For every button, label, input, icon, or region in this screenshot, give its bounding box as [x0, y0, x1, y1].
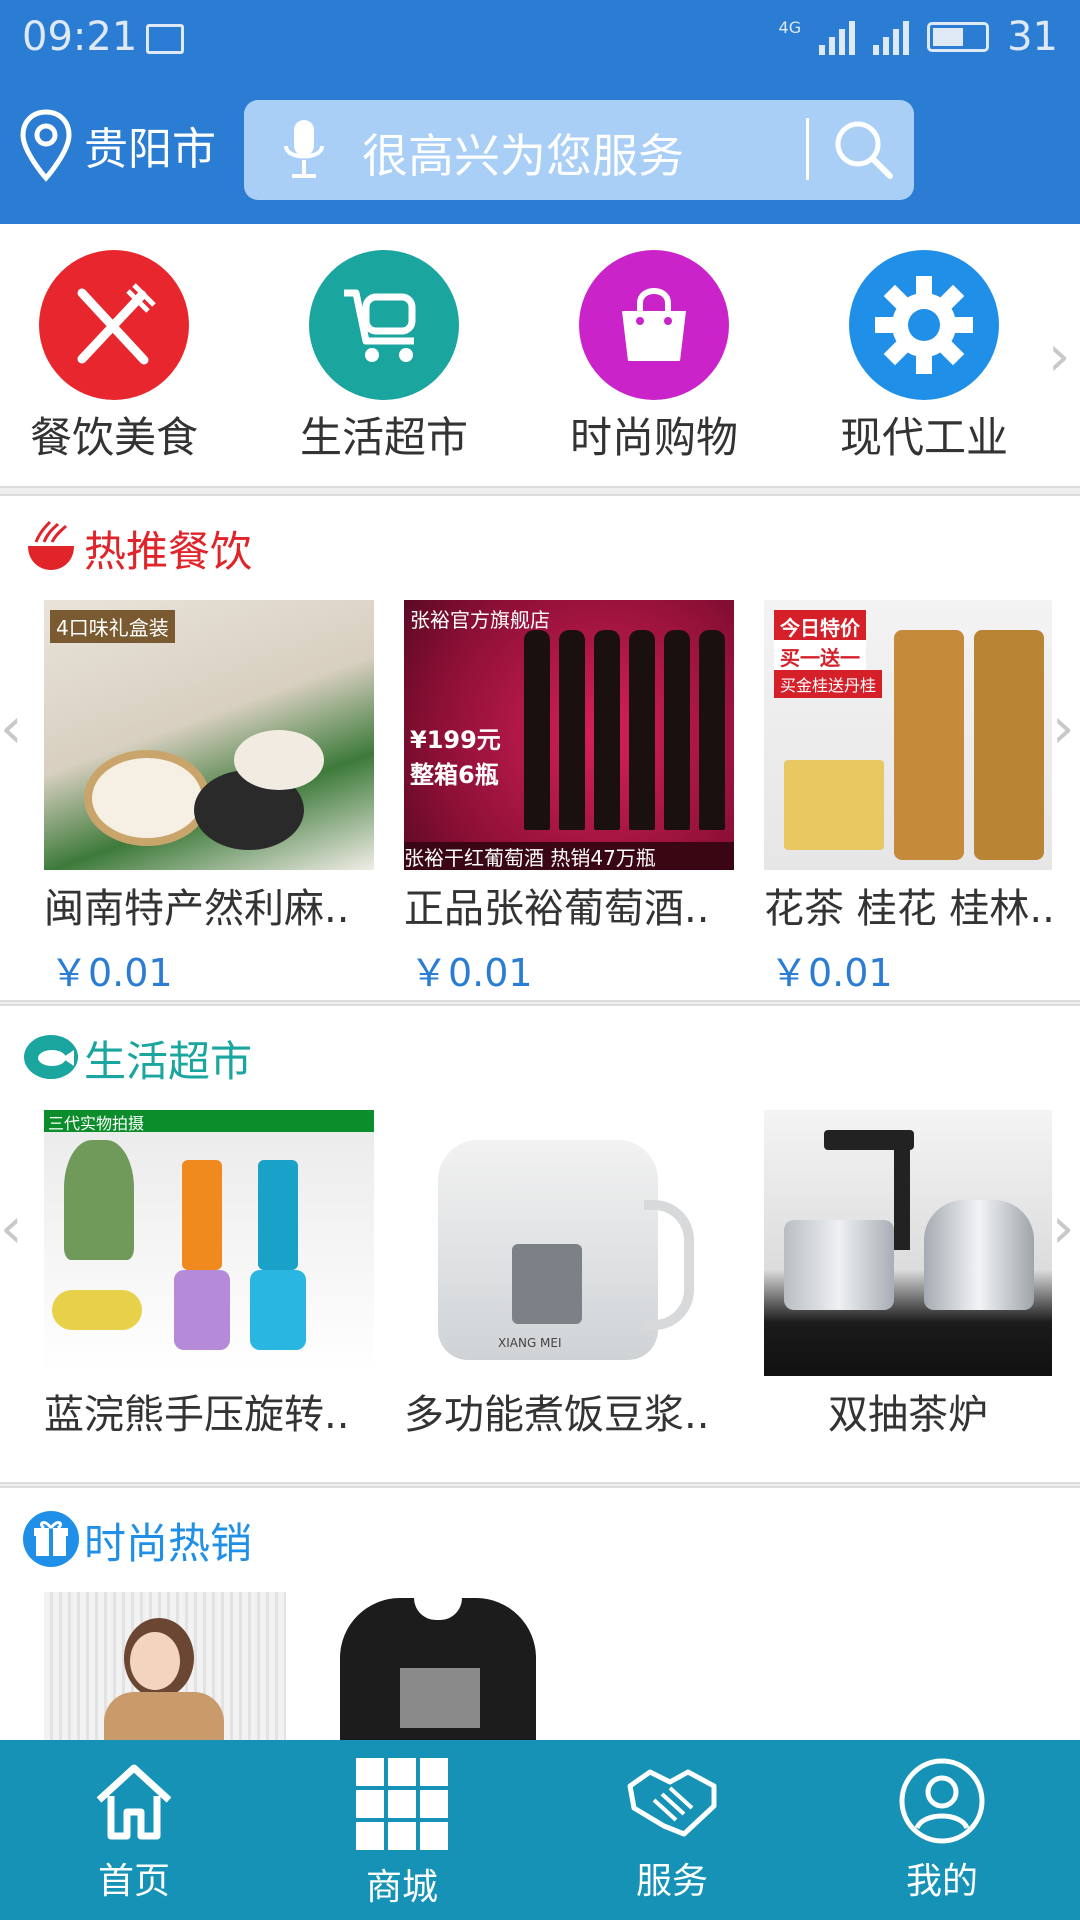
- product-name: 多功能煮饭豆浆..: [404, 1392, 710, 1438]
- nav-label: 首页: [97, 1861, 170, 1902]
- category-label: 餐饮美食: [29, 413, 198, 462]
- user-icon: [899, 1758, 985, 1844]
- product-card[interactable]: 三代实物拍摄 蓝浣熊手压旋转..: [44, 1110, 374, 1440]
- product-name: 正品张裕葡萄酒..: [404, 886, 710, 932]
- location-selector[interactable]: 贵阳市: [18, 108, 216, 182]
- nav-service[interactable]: 服务: [572, 1756, 772, 1904]
- section-hot-food: 热推餐饮 ‹ › 4口味礼盒装 闽南特产然利麻.. ￥0.01 张裕官方旗舰店 …: [0, 494, 1080, 1002]
- product-image: XIANG MEI: [404, 1110, 734, 1376]
- nav-me[interactable]: 我的: [842, 1756, 1042, 1904]
- product-card[interactable]: XIANG MEI 多功能煮饭豆浆..: [404, 1110, 734, 1440]
- status-time: 09:21: [22, 14, 138, 60]
- battery-level: 31: [1007, 14, 1058, 60]
- chevron-right-icon[interactable]: ›: [1052, 1196, 1074, 1261]
- nav-mall[interactable]: 商城: [302, 1756, 502, 1910]
- product-name: 蓝浣熊手压旋转..: [44, 1392, 350, 1438]
- signal-icon: [819, 19, 856, 55]
- category-fashion[interactable]: 时尚购物: [544, 250, 764, 465]
- nav-label: 商城: [365, 1867, 438, 1908]
- section-supermarket: 生活超市 ‹ › 三代实物拍摄 蓝浣熊手压旋转.. XIANG MEI 多功能煮…: [0, 1004, 1080, 1484]
- city-label: 贵阳市: [84, 124, 216, 175]
- status-indicators: 4G 31: [779, 14, 1058, 60]
- category-row: 餐饮美食 生活超市 时尚购物 现代工业 ›: [0, 224, 1080, 488]
- chevron-right-icon[interactable]: ›: [1052, 696, 1074, 761]
- network-type: 4G: [778, 17, 802, 37]
- cart-icon: [309, 250, 459, 400]
- product-image: 张裕官方旗舰店 ¥199元 整箱6瓶 张裕干红葡萄酒 热销47万瓶: [404, 600, 734, 870]
- product-price: ￥0.01: [770, 951, 893, 995]
- fork-knife-icon: [39, 250, 189, 400]
- search-divider: [806, 118, 809, 180]
- product-image[interactable]: [340, 1598, 536, 1748]
- nav-label: 我的: [905, 1861, 978, 1902]
- product-image: 三代实物拍摄: [44, 1110, 374, 1376]
- bowl-icon: [28, 520, 74, 570]
- product-name: 闽南特产然利麻..: [44, 886, 350, 932]
- gear-icon: [849, 250, 999, 400]
- product-name: 双抽茶炉: [828, 1392, 988, 1438]
- top-header: 09:21 4G 31 贵阳市 很高兴为您服务: [0, 0, 1080, 224]
- category-label: 现代工业: [839, 413, 1008, 462]
- product-name: 花茶 桂花 桂林..: [764, 886, 1055, 932]
- gift-icon: [23, 1511, 79, 1567]
- search-input[interactable]: 很高兴为您服务: [362, 120, 684, 186]
- product-image[interactable]: [44, 1592, 286, 1748]
- bag-icon: [579, 250, 729, 400]
- category-industry[interactable]: 现代工业: [814, 250, 1034, 465]
- product-image: 4口味礼盒装: [44, 600, 374, 870]
- category-label: 生活超市: [299, 413, 468, 462]
- category-food[interactable]: 餐饮美食: [4, 250, 224, 465]
- location-pin-icon: [20, 109, 72, 182]
- microphone-icon[interactable]: [282, 118, 326, 182]
- product-card[interactable]: 张裕官方旗舰店 ¥199元 整箱6瓶 张裕干红葡萄酒 热销47万瓶 正品张裕葡萄…: [404, 600, 734, 997]
- chevron-left-icon[interactable]: ‹: [0, 1196, 22, 1261]
- category-supermarket[interactable]: 生活超市: [274, 250, 494, 465]
- section-title: 热推餐饮: [84, 527, 253, 576]
- section-title: 时尚热销: [84, 1519, 253, 1568]
- handshake-icon: [627, 1769, 717, 1837]
- image-notification-icon: [146, 24, 184, 54]
- product-card[interactable]: 今日特价 买一送一 买金桂送丹桂 花茶 桂花 桂林.. ￥0.01: [764, 600, 1055, 997]
- category-label: 时尚购物: [569, 413, 738, 462]
- search-bar[interactable]: 很高兴为您服务: [244, 100, 914, 200]
- product-image: [764, 1110, 1052, 1376]
- product-card[interactable]: 双抽茶炉: [764, 1110, 1052, 1440]
- grid-icon: [356, 1758, 448, 1850]
- product-image: 今日特价 买一送一 买金桂送丹桂: [764, 600, 1052, 870]
- search-icon[interactable]: [828, 114, 898, 184]
- bottom-navigation: 首页 商城 服务 我的: [0, 1740, 1080, 1920]
- section-title: 生活超市: [84, 1037, 253, 1086]
- nav-home[interactable]: 首页: [34, 1756, 234, 1904]
- product-card[interactable]: 4口味礼盒装 闽南特产然利麻.. ￥0.01: [44, 600, 374, 997]
- home-icon: [96, 1764, 172, 1840]
- chevron-left-icon[interactable]: ‹: [0, 696, 22, 761]
- signal-icon-2: [873, 19, 910, 55]
- product-price: ￥0.01: [410, 951, 533, 995]
- section-fashion-hot: 时尚热销: [0, 1486, 1080, 1750]
- battery-icon: [927, 22, 990, 52]
- chevron-right-icon[interactable]: ›: [1048, 324, 1070, 389]
- nav-label: 服务: [635, 1861, 708, 1902]
- fish-icon: [24, 1035, 78, 1079]
- product-price: ￥0.01: [50, 951, 173, 995]
